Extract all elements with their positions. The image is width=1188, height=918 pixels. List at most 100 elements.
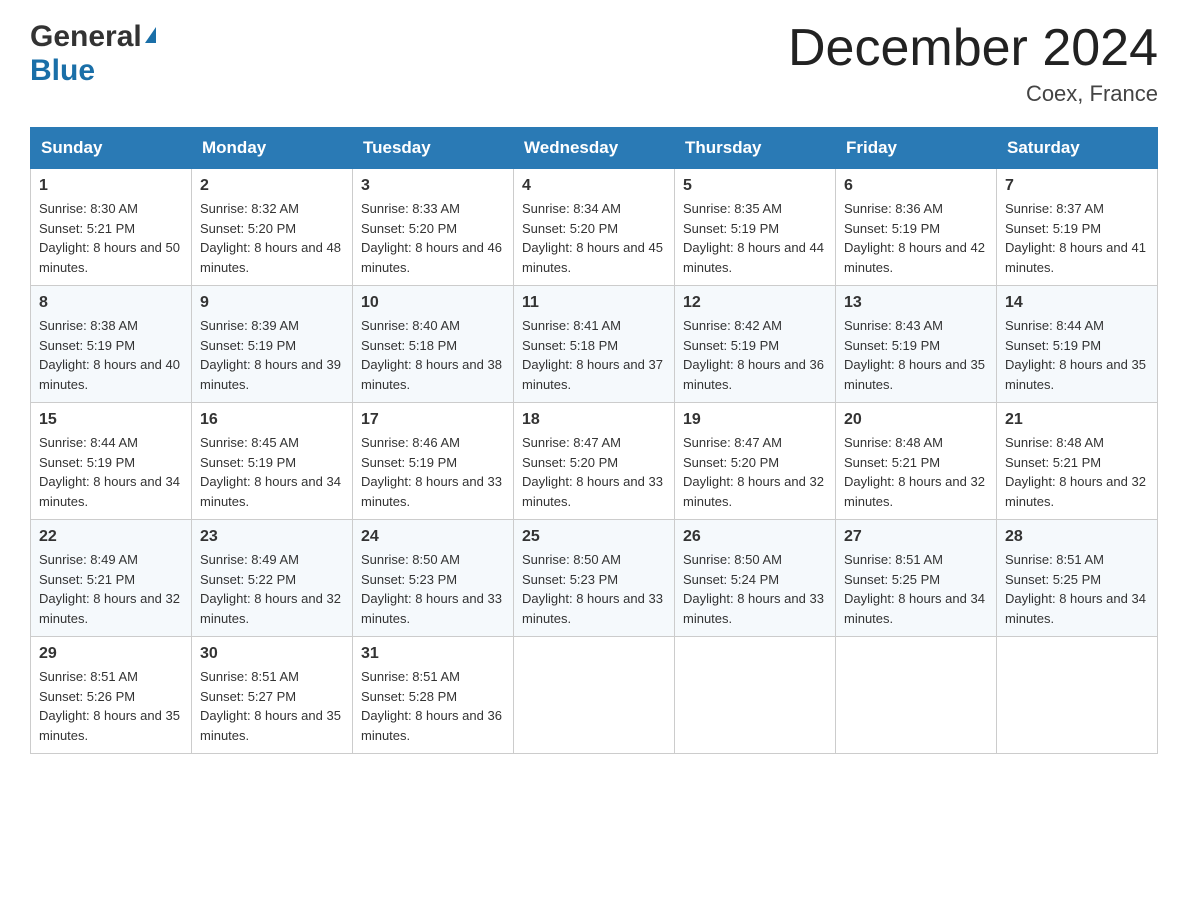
day-number: 1	[39, 177, 183, 195]
calendar-week-row: 15 Sunrise: 8:44 AMSunset: 5:19 PMDaylig…	[31, 403, 1158, 520]
table-row	[997, 637, 1158, 754]
day-number: 27	[844, 528, 988, 546]
table-row: 15 Sunrise: 8:44 AMSunset: 5:19 PMDaylig…	[31, 403, 192, 520]
day-number: 11	[522, 294, 666, 312]
header-monday: Monday	[192, 128, 353, 169]
logo-blue-text: Blue	[30, 54, 95, 87]
day-info: Sunrise: 8:41 AMSunset: 5:18 PMDaylight:…	[522, 318, 663, 392]
table-row: 8 Sunrise: 8:38 AMSunset: 5:19 PMDayligh…	[31, 286, 192, 403]
logo-line-blue: Blue	[30, 54, 95, 88]
table-row: 9 Sunrise: 8:39 AMSunset: 5:19 PMDayligh…	[192, 286, 353, 403]
day-info: Sunrise: 8:46 AMSunset: 5:19 PMDaylight:…	[361, 435, 502, 509]
table-row: 10 Sunrise: 8:40 AMSunset: 5:18 PMDaylig…	[353, 286, 514, 403]
table-row: 2 Sunrise: 8:32 AMSunset: 5:20 PMDayligh…	[192, 169, 353, 286]
day-info: Sunrise: 8:48 AMSunset: 5:21 PMDaylight:…	[844, 435, 985, 509]
day-info: Sunrise: 8:44 AMSunset: 5:19 PMDaylight:…	[39, 435, 180, 509]
day-number: 24	[361, 528, 505, 546]
day-number: 19	[683, 411, 827, 429]
day-number: 18	[522, 411, 666, 429]
day-number: 15	[39, 411, 183, 429]
logo-line-general: General	[30, 20, 156, 54]
table-row: 13 Sunrise: 8:43 AMSunset: 5:19 PMDaylig…	[836, 286, 997, 403]
table-row	[675, 637, 836, 754]
day-info: Sunrise: 8:50 AMSunset: 5:23 PMDaylight:…	[522, 552, 663, 626]
day-number: 17	[361, 411, 505, 429]
header-friday: Friday	[836, 128, 997, 169]
table-row: 16 Sunrise: 8:45 AMSunset: 5:19 PMDaylig…	[192, 403, 353, 520]
header-saturday: Saturday	[997, 128, 1158, 169]
table-row: 29 Sunrise: 8:51 AMSunset: 5:26 PMDaylig…	[31, 637, 192, 754]
day-number: 21	[1005, 411, 1149, 429]
day-number: 6	[844, 177, 988, 195]
table-row: 30 Sunrise: 8:51 AMSunset: 5:27 PMDaylig…	[192, 637, 353, 754]
day-info: Sunrise: 8:49 AMSunset: 5:21 PMDaylight:…	[39, 552, 180, 626]
day-number: 31	[361, 645, 505, 663]
table-row: 31 Sunrise: 8:51 AMSunset: 5:28 PMDaylig…	[353, 637, 514, 754]
header-tuesday: Tuesday	[353, 128, 514, 169]
calendar-week-row: 29 Sunrise: 8:51 AMSunset: 5:26 PMDaylig…	[31, 637, 1158, 754]
month-title: December 2024	[788, 20, 1158, 77]
day-info: Sunrise: 8:51 AMSunset: 5:25 PMDaylight:…	[1005, 552, 1146, 626]
day-info: Sunrise: 8:51 AMSunset: 5:26 PMDaylight:…	[39, 669, 180, 743]
table-row: 18 Sunrise: 8:47 AMSunset: 5:20 PMDaylig…	[514, 403, 675, 520]
day-number: 7	[1005, 177, 1149, 195]
header-thursday: Thursday	[675, 128, 836, 169]
table-row: 26 Sunrise: 8:50 AMSunset: 5:24 PMDaylig…	[675, 520, 836, 637]
table-row: 6 Sunrise: 8:36 AMSunset: 5:19 PMDayligh…	[836, 169, 997, 286]
day-info: Sunrise: 8:30 AMSunset: 5:21 PMDaylight:…	[39, 201, 180, 275]
day-info: Sunrise: 8:44 AMSunset: 5:19 PMDaylight:…	[1005, 318, 1146, 392]
day-number: 28	[1005, 528, 1149, 546]
day-number: 4	[522, 177, 666, 195]
day-info: Sunrise: 8:51 AMSunset: 5:27 PMDaylight:…	[200, 669, 341, 743]
day-number: 23	[200, 528, 344, 546]
day-number: 2	[200, 177, 344, 195]
table-row: 24 Sunrise: 8:50 AMSunset: 5:23 PMDaylig…	[353, 520, 514, 637]
table-row: 23 Sunrise: 8:49 AMSunset: 5:22 PMDaylig…	[192, 520, 353, 637]
table-row: 19 Sunrise: 8:47 AMSunset: 5:20 PMDaylig…	[675, 403, 836, 520]
calendar-week-row: 1 Sunrise: 8:30 AMSunset: 5:21 PMDayligh…	[31, 169, 1158, 286]
day-info: Sunrise: 8:51 AMSunset: 5:25 PMDaylight:…	[844, 552, 985, 626]
day-info: Sunrise: 8:43 AMSunset: 5:19 PMDaylight:…	[844, 318, 985, 392]
day-number: 10	[361, 294, 505, 312]
table-row: 3 Sunrise: 8:33 AMSunset: 5:20 PMDayligh…	[353, 169, 514, 286]
day-info: Sunrise: 8:35 AMSunset: 5:19 PMDaylight:…	[683, 201, 824, 275]
table-row: 20 Sunrise: 8:48 AMSunset: 5:21 PMDaylig…	[836, 403, 997, 520]
table-row: 12 Sunrise: 8:42 AMSunset: 5:19 PMDaylig…	[675, 286, 836, 403]
day-number: 16	[200, 411, 344, 429]
table-row: 14 Sunrise: 8:44 AMSunset: 5:19 PMDaylig…	[997, 286, 1158, 403]
table-row: 4 Sunrise: 8:34 AMSunset: 5:20 PMDayligh…	[514, 169, 675, 286]
day-info: Sunrise: 8:51 AMSunset: 5:28 PMDaylight:…	[361, 669, 502, 743]
table-row: 1 Sunrise: 8:30 AMSunset: 5:21 PMDayligh…	[31, 169, 192, 286]
calendar-table: Sunday Monday Tuesday Wednesday Thursday…	[30, 127, 1158, 754]
logo-general-text: General	[30, 20, 142, 54]
day-number: 5	[683, 177, 827, 195]
day-number: 29	[39, 645, 183, 663]
table-row: 22 Sunrise: 8:49 AMSunset: 5:21 PMDaylig…	[31, 520, 192, 637]
day-info: Sunrise: 8:34 AMSunset: 5:20 PMDaylight:…	[522, 201, 663, 275]
table-row	[514, 637, 675, 754]
calendar-week-row: 22 Sunrise: 8:49 AMSunset: 5:21 PMDaylig…	[31, 520, 1158, 637]
day-info: Sunrise: 8:47 AMSunset: 5:20 PMDaylight:…	[522, 435, 663, 509]
day-info: Sunrise: 8:36 AMSunset: 5:19 PMDaylight:…	[844, 201, 985, 275]
day-info: Sunrise: 8:40 AMSunset: 5:18 PMDaylight:…	[361, 318, 502, 392]
table-row	[836, 637, 997, 754]
calendar-header-row: Sunday Monday Tuesday Wednesday Thursday…	[31, 128, 1158, 169]
table-row: 28 Sunrise: 8:51 AMSunset: 5:25 PMDaylig…	[997, 520, 1158, 637]
day-number: 26	[683, 528, 827, 546]
page-header: General Blue December 2024 Coex, France	[30, 20, 1158, 107]
day-info: Sunrise: 8:42 AMSunset: 5:19 PMDaylight:…	[683, 318, 824, 392]
day-number: 14	[1005, 294, 1149, 312]
table-row: 25 Sunrise: 8:50 AMSunset: 5:23 PMDaylig…	[514, 520, 675, 637]
day-number: 12	[683, 294, 827, 312]
day-info: Sunrise: 8:49 AMSunset: 5:22 PMDaylight:…	[200, 552, 341, 626]
day-info: Sunrise: 8:37 AMSunset: 5:19 PMDaylight:…	[1005, 201, 1146, 275]
day-number: 8	[39, 294, 183, 312]
location: Coex, France	[788, 81, 1158, 107]
logo: General Blue	[30, 20, 156, 88]
day-info: Sunrise: 8:50 AMSunset: 5:23 PMDaylight:…	[361, 552, 502, 626]
table-row: 5 Sunrise: 8:35 AMSunset: 5:19 PMDayligh…	[675, 169, 836, 286]
day-info: Sunrise: 8:33 AMSunset: 5:20 PMDaylight:…	[361, 201, 502, 275]
day-number: 30	[200, 645, 344, 663]
table-row: 21 Sunrise: 8:48 AMSunset: 5:21 PMDaylig…	[997, 403, 1158, 520]
table-row: 17 Sunrise: 8:46 AMSunset: 5:19 PMDaylig…	[353, 403, 514, 520]
